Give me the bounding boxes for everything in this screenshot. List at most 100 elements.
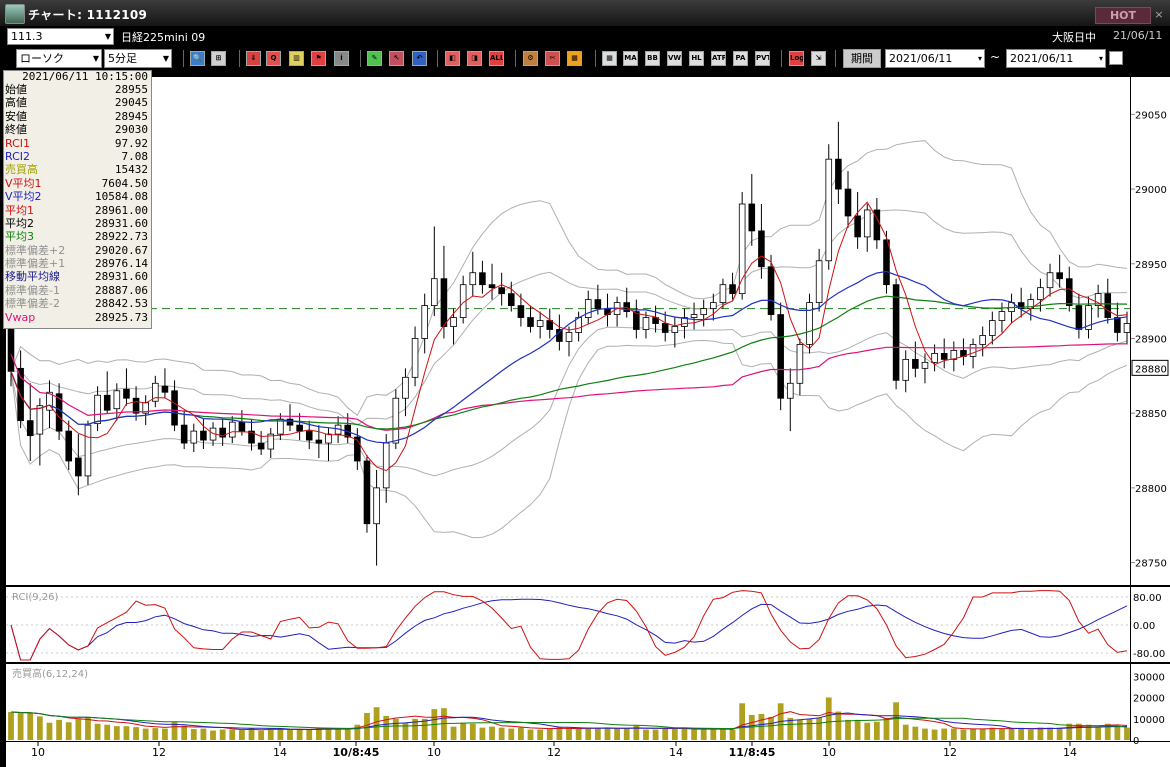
info-value: 28955	[114, 83, 148, 96]
undo-icon[interactable]: ↶	[412, 51, 427, 66]
volume-bar	[652, 729, 659, 740]
candle-body	[1065, 278, 1073, 306]
volume-bar	[999, 728, 1005, 740]
candle-body	[132, 397, 140, 414]
hot-button[interactable]: HOT	[1095, 7, 1151, 24]
candle-body	[671, 326, 679, 333]
close-icon[interactable]: ×	[1152, 7, 1166, 22]
info-label: 売買高	[5, 163, 38, 177]
bar-chart-icon[interactable]: ▥	[289, 51, 304, 66]
candle-body	[912, 358, 919, 369]
volume-bar	[729, 729, 736, 740]
candle-body	[200, 430, 207, 441]
wrench-icon[interactable]: ✂	[545, 51, 560, 66]
volume-bar	[691, 729, 697, 740]
candle-body	[661, 323, 669, 333]
volume-bar	[267, 728, 274, 740]
volume-bar	[710, 729, 717, 740]
price-tick-label: 29000	[1135, 185, 1167, 196]
split-icon[interactable]: ⊞	[211, 51, 226, 66]
ma-indicator-icon[interactable]: MA	[623, 51, 638, 66]
candle-body	[517, 305, 525, 318]
candle-left-icon[interactable]: ◧	[445, 51, 460, 66]
volume-bar	[883, 717, 890, 740]
pvt-indicator-icon[interactable]: PVT	[755, 51, 770, 66]
volume-bar	[537, 729, 544, 740]
cursor-icon[interactable]: ↖	[389, 51, 404, 66]
volume-tick-label: 20000	[1133, 694, 1165, 705]
volume-bar	[8, 712, 14, 740]
candle-body	[363, 460, 371, 525]
candle-body	[892, 284, 900, 381]
pa-indicator-icon[interactable]: PA	[733, 51, 748, 66]
volume-tick-label: 0	[1133, 736, 1139, 747]
volume-bar	[1095, 727, 1102, 740]
candle-body	[719, 284, 727, 304]
info-row: 高値 29045	[4, 96, 151, 109]
volume-bar	[585, 727, 592, 740]
candle-body	[411, 338, 419, 378]
color-palette-icon[interactable]: ▦	[567, 51, 582, 66]
volume-bar	[575, 728, 582, 740]
symbol-code-input[interactable]: 111.3 ▼	[7, 28, 114, 45]
vwap-indicator-icon[interactable]: VWE	[667, 51, 682, 66]
interval-select[interactable]: 5分足 ▼	[104, 49, 172, 68]
info-icon[interactable]: i	[334, 51, 349, 66]
volume-bar	[1018, 728, 1025, 740]
info-row: 終値 29030	[4, 123, 151, 136]
volume-bar	[700, 729, 707, 740]
bb-indicator-icon[interactable]: BB	[645, 51, 660, 66]
calendar-dropdown-icon: ▾	[1098, 54, 1103, 63]
volume-bar	[787, 717, 794, 740]
price-tick-label: 29050	[1135, 110, 1167, 121]
volume-bar	[258, 730, 265, 740]
time-tick-label: 14	[1063, 746, 1077, 759]
grid-icon[interactable]: ▦	[602, 51, 617, 66]
volume-bar	[460, 722, 467, 740]
toolbar-separator	[781, 50, 782, 67]
flag-icon[interactable]: ⚑	[311, 51, 326, 66]
info-row: 標準偏差+1 28976.14	[4, 257, 151, 270]
volume-bar	[768, 716, 774, 740]
info-row: 売買高 15432	[4, 163, 151, 176]
chart-type-select[interactable]: ローソク ▼	[16, 49, 102, 68]
volume-bar	[123, 726, 130, 740]
atr-indicator-icon[interactable]: ATR	[711, 51, 726, 66]
volume-bar	[489, 726, 495, 740]
candle-body	[171, 390, 178, 426]
candle-body	[815, 260, 823, 304]
zoom-icon[interactable]: 🔍	[190, 51, 205, 66]
info-label: 標準偏差-2	[5, 297, 60, 311]
volume-bar	[623, 728, 630, 740]
time-axis	[6, 742, 1170, 767]
volume-bar	[864, 722, 871, 740]
volume-bar	[825, 697, 832, 740]
info-label: 終値	[5, 123, 27, 137]
log-scale-icon[interactable]: Log	[789, 51, 804, 66]
candle-body	[1075, 305, 1083, 330]
candle-body	[700, 308, 707, 315]
time-tick-label: 12	[943, 746, 957, 759]
volume-bar	[643, 729, 649, 740]
period-button[interactable]: 期間	[843, 49, 881, 68]
search-chart-icon[interactable]: Q	[266, 51, 281, 66]
export-icon[interactable]: ⇲	[811, 51, 826, 66]
settings-icon[interactable]: ⚙	[523, 51, 538, 66]
volume-bar	[873, 721, 880, 740]
time-tick-label: 10/8:45	[333, 746, 380, 759]
candle-body	[777, 314, 784, 399]
candle-body	[498, 287, 505, 295]
date-from-input[interactable]: 2021/06/11 ▾	[885, 49, 985, 68]
volume-bar	[806, 718, 813, 740]
pencil-icon[interactable]: ✎	[367, 51, 382, 66]
info-value: 97.92	[114, 136, 148, 150]
all-icon[interactable]: ALL	[489, 51, 504, 66]
volume-bar	[720, 728, 726, 740]
candle-right-icon[interactable]: ◨	[467, 51, 482, 66]
candle-body	[844, 188, 852, 217]
price-chart[interactable]: 29050 29000 28950 28900 28850 28800 28750 28880…	[0, 70, 1170, 767]
date-checkbox[interactable]	[1109, 51, 1123, 65]
hl-indicator-icon[interactable]: HL	[689, 51, 704, 66]
download-icon[interactable]: ⇓	[246, 51, 261, 66]
date-to-input[interactable]: 2021/06/11 ▾	[1006, 49, 1106, 68]
